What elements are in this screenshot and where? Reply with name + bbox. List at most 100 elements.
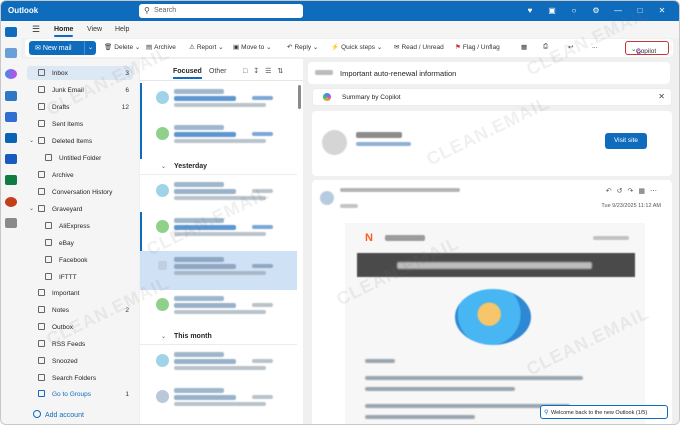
sort-icon[interactable]: ⇅ — [277, 68, 289, 75]
todo-app-icon[interactable] — [5, 112, 17, 122]
message-card: ↶↺↷▦⋯ Tue 9/23/2025 11:12 AM N — [312, 180, 672, 424]
folder-deleted[interactable]: ⌄ Deleted Items — [27, 134, 133, 148]
copilot-button[interactable]: ✿ Copilot ⌄ — [625, 41, 669, 56]
folder-drafts[interactable]: Drafts 12 — [27, 100, 133, 114]
sender — [174, 89, 224, 94]
apps-icon[interactable]: ▦ — [638, 188, 650, 195]
sender-domain[interactable] — [356, 142, 411, 146]
tab-focused[interactable]: Focused — [173, 68, 202, 79]
folder-label: RSS Feeds — [52, 340, 86, 348]
checkbox[interactable] — [158, 261, 167, 270]
folder-untitled[interactable]: Untitled Folder — [27, 151, 133, 165]
welcome-toast[interactable]: ⚲ Welcome back to the new Outlook (1/5) — [540, 405, 668, 419]
message-list-scrollbar[interactable] — [298, 85, 301, 109]
tab-view[interactable]: View — [87, 26, 102, 33]
minimize-icon[interactable]: — — [607, 4, 629, 18]
new-mail-button[interactable]: ✉ New mail ⌄ — [29, 41, 96, 55]
close-icon[interactable]: ✕ — [658, 92, 665, 101]
select-icon[interactable]: □ — [243, 68, 253, 75]
ribbon: ✉ New mail ⌄ 🗑 Delete ⌄ ▤ Archive ⚠ Report … — [25, 39, 673, 57]
message-item[interactable] — [140, 119, 297, 164]
folder-inbox[interactable]: Inbox 3 — [27, 66, 133, 80]
folder-label: Snoozed — [52, 357, 78, 365]
filter-icon[interactable]: ☰ — [265, 68, 277, 75]
copilot-summary-card[interactable]: Summary by Copilot ✕ — [312, 88, 672, 106]
maximize-icon[interactable]: □ — [629, 4, 651, 18]
jump-icon[interactable]: ↧ — [253, 68, 265, 75]
folder-facebook[interactable]: Facebook — [27, 253, 133, 267]
calendar-app-icon[interactable] — [5, 48, 17, 58]
chevron-down-icon[interactable]: ⌄ — [29, 137, 34, 144]
avatar — [156, 220, 169, 233]
new-mail-dropdown[interactable]: ⌄ — [84, 41, 96, 55]
folder-aliexpress[interactable]: AliExpress — [27, 219, 133, 233]
search-icon: ⚲ — [144, 6, 150, 15]
folder-junk[interactable]: Junk Email 6 — [27, 83, 133, 97]
word-app-icon[interactable] — [5, 154, 17, 164]
search-input[interactable]: Search — [154, 7, 176, 14]
outlook-app-icon[interactable] — [5, 133, 17, 143]
folder-rss-feeds[interactable]: RSS Feeds — [27, 337, 133, 351]
reading-pane-scrollbar[interactable] — [674, 59, 679, 424]
folder-sent[interactable]: Sent Items — [27, 117, 133, 131]
bell-icon[interactable]: ○ — [563, 4, 585, 18]
archive-button[interactable]: ▤ Archive — [146, 43, 176, 51]
gear-icon[interactable]: ⚙ — [585, 4, 607, 18]
skype-icon[interactable]: ♥ — [519, 4, 541, 18]
app-title: Outlook — [8, 6, 39, 15]
print-icon[interactable]: ⎙ — [543, 43, 548, 51]
folder-search-folders[interactable]: Search Folders — [27, 371, 133, 385]
read-unread-button[interactable]: ✉ Read / Unread — [394, 43, 444, 51]
hamburger-icon[interactable]: ☰ — [32, 24, 40, 35]
tab-other[interactable]: Other — [209, 68, 227, 75]
group-yesterday[interactable]: ⌄ Yesterday — [140, 159, 297, 175]
folder-snoozed[interactable]: Snoozed — [27, 354, 133, 368]
people-app-icon[interactable] — [5, 91, 17, 101]
folder-graveyard[interactable]: ⌄ Graveyard — [27, 202, 133, 216]
move-to-button[interactable]: ▣ Move to ⌄ — [233, 43, 272, 51]
folder-icon — [45, 273, 52, 280]
add-account-button[interactable]: Add account — [33, 410, 84, 419]
time — [252, 189, 273, 193]
archive-label: Archive — [154, 44, 176, 51]
copilot-app-icon[interactable] — [5, 69, 17, 79]
folder-important[interactable]: Important — [27, 286, 133, 300]
undo-icon[interactable]: ↩ — [568, 43, 573, 51]
folder-archive[interactable]: Archive — [27, 168, 133, 182]
powerpoint-app-icon[interactable] — [5, 177, 17, 187]
reply-button[interactable]: ↶ Reply ⌄ — [287, 43, 318, 51]
folder-ebay[interactable]: eBay — [27, 236, 133, 250]
folder-label: Go to Groups — [52, 390, 92, 398]
more-icon[interactable]: ⋯ — [650, 188, 662, 195]
folder-count: 2 — [125, 306, 129, 314]
report-button[interactable]: ⚠ Report ⌄ — [189, 43, 224, 51]
folder-conversation-history[interactable]: Conversation History — [27, 185, 133, 199]
visit-site-button[interactable]: Visit site — [605, 133, 647, 149]
forward-icon[interactable]: ↷ — [628, 188, 639, 195]
quick-steps-button[interactable]: ⚡ Quick steps ⌄ — [331, 43, 382, 51]
mail-app-icon[interactable] — [5, 27, 17, 37]
close-icon[interactable]: ✕ — [651, 4, 673, 18]
more-options-button[interactable]: ... — [592, 43, 597, 50]
chevron-down-icon[interactable]: ⌄ — [29, 205, 34, 212]
flag-unflag-button[interactable]: ⚑ Flag / Unflag — [455, 43, 500, 51]
header-link — [593, 236, 629, 240]
search-box[interactable]: ⚲ Search — [139, 4, 303, 18]
go-to-groups-link[interactable]: Go to Groups 1 — [27, 387, 133, 401]
reply-icon[interactable]: ↶ — [606, 188, 617, 195]
folder-outbox[interactable]: Outbox — [27, 320, 133, 334]
message-item[interactable] — [140, 382, 297, 424]
teams-icon[interactable]: ▣ — [541, 4, 563, 18]
outlook-window: Outlook ⚲ Search ♥ ▣ ○ ⚙ — □ ✕ ☰ Home Vi… — [0, 0, 680, 425]
folder-notes[interactable]: Notes 2 — [27, 303, 133, 317]
group-this-month[interactable]: ⌄ This month — [140, 329, 297, 345]
tab-home[interactable]: Home — [54, 26, 74, 37]
toast-text: Welcome back to the new Outlook (1/5) — [551, 410, 648, 416]
tab-help[interactable]: Help — [115, 26, 129, 33]
folder-ifttt[interactable]: IFTTT — [27, 270, 133, 284]
powerpoint-app-icon[interactable] — [5, 197, 17, 207]
grid-icon[interactable]: ▦ — [521, 43, 527, 51]
reply-all-icon[interactable]: ↺ — [617, 188, 628, 195]
delete-button[interactable]: 🗑 Delete ⌄ — [104, 43, 140, 51]
more-apps-icon[interactable] — [5, 218, 17, 228]
